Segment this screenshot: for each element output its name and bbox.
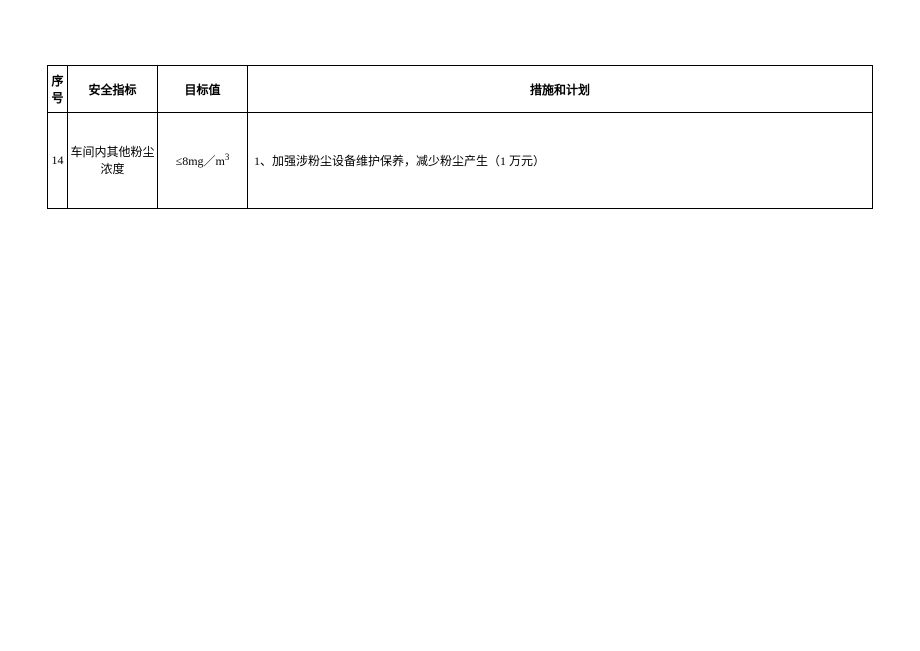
target-value-prefix: ≤8mg／m (176, 154, 225, 168)
cell-indicator: 车间内其他粉尘浓度 (68, 113, 158, 209)
cell-measures: 1、加强涉粉尘设备维护保养，减少粉尘产生（1 万元） (248, 113, 873, 209)
table-header-row: 序号 安全指标 目标值 措施和计划 (48, 66, 873, 113)
cell-seq: 14 (48, 113, 68, 209)
document-table-container: 序号 安全指标 目标值 措施和计划 14 车间内其他粉尘浓度 ≤8mg／m3 1… (47, 65, 873, 209)
table-row: 14 车间内其他粉尘浓度 ≤8mg／m3 1、加强涉粉尘设备维护保养，减少粉尘产… (48, 113, 873, 209)
target-value-superscript: 3 (225, 152, 230, 162)
data-table: 序号 安全指标 目标值 措施和计划 14 车间内其他粉尘浓度 ≤8mg／m3 1… (47, 65, 873, 209)
header-target: 目标值 (158, 66, 248, 113)
cell-target: ≤8mg／m3 (158, 113, 248, 209)
header-indicator: 安全指标 (68, 66, 158, 113)
header-measures: 措施和计划 (248, 66, 873, 113)
header-seq: 序号 (48, 66, 68, 113)
